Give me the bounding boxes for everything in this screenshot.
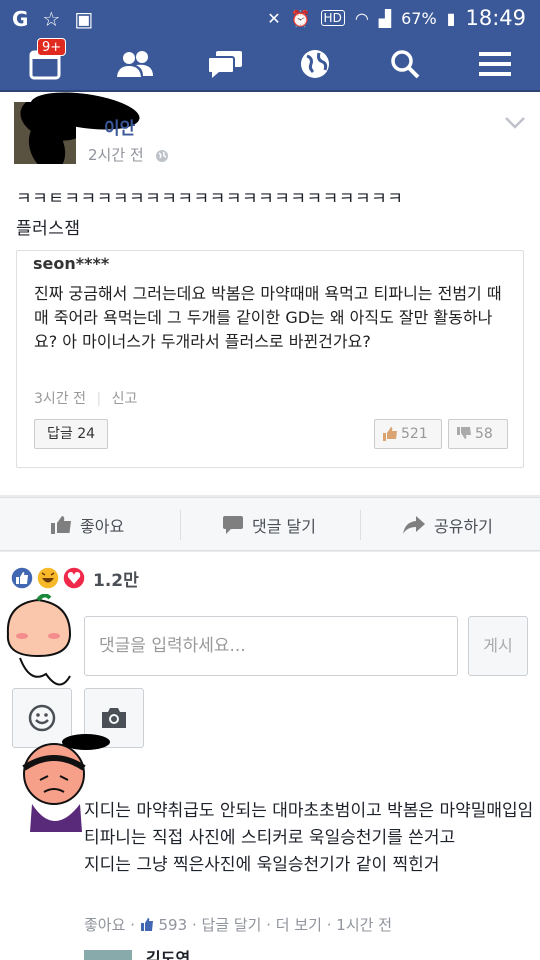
post-text-line2: 플러스잼 xyxy=(16,219,81,239)
status-bar: G ☆ ▣ ✕ ⏰ HD ◠ ▟ 67% ▮ 18:49 xyxy=(0,0,540,36)
card-meta: 3시간 전 | 신고 xyxy=(34,391,138,407)
clock: 18:49 xyxy=(465,6,526,30)
post-time-text: 2시간 전 xyxy=(88,146,144,164)
hd-badge: HD xyxy=(320,10,345,26)
share-label: 공유하기 xyxy=(434,517,493,536)
comment-text-line1: 지디는 마약취급도 안되는 대마초초범이고 박봄은 마약밀매입임 xyxy=(84,801,534,821)
comment-reply-link[interactable]: 답글 달기 xyxy=(201,916,261,934)
battery-percent: 67% xyxy=(401,8,437,28)
comment-item: 지디는 마약취급도 안되는 대마초초범이고 박봄은 마약밀매입임 티파니는 직접… xyxy=(0,734,540,960)
gallery-icon: ▣ xyxy=(74,7,94,31)
card-thumbs-up-icon xyxy=(383,427,397,441)
globe-privacy-icon xyxy=(155,149,168,162)
post-text-line1: ㅋㅋㅌㅋㅋㅋㅋㅋㅋㅋㅋㅋㅋㅋㅋㅋㅋㅋㅋㅋㅋㅋㅋㅋ xyxy=(16,189,404,209)
like-reaction-icon xyxy=(10,566,34,590)
card-thumbs-down-icon xyxy=(457,427,471,439)
card-reply-button: 답글 24 xyxy=(34,419,108,449)
status-left-icons: G ☆ ▣ xyxy=(12,7,93,31)
friends-tab[interactable] xyxy=(90,36,180,92)
card-like-count: 521 xyxy=(374,419,442,449)
notification-badge: 9+ xyxy=(37,38,67,56)
like-button[interactable]: 좋아요 xyxy=(50,498,124,552)
card-username: seon**** xyxy=(33,254,110,273)
divider xyxy=(180,510,181,540)
comment-more-link[interactable]: 더 보기 xyxy=(276,916,322,934)
card-likes: 521 xyxy=(401,426,428,442)
comment-icon xyxy=(223,516,243,534)
globe-icon xyxy=(301,50,329,78)
app-g-icon: G xyxy=(12,7,29,31)
signal-icon: ▟ xyxy=(378,8,392,28)
alarm-icon: ⏰ xyxy=(290,8,311,28)
wifi-icon: ◠ xyxy=(354,8,369,28)
menu-tab[interactable] xyxy=(450,36,540,92)
card-reply-count: 24 xyxy=(77,426,96,442)
star-icon: ☆ xyxy=(42,7,61,31)
comment-text-line2: 티파니는 직접 사진에 스티커로 욱일승천기를 쓴거고 xyxy=(84,828,456,848)
comment-label: 댓글 달기 xyxy=(252,517,316,536)
comment-input[interactable]: 댓글을 입력하세요... xyxy=(84,616,458,676)
search-icon xyxy=(391,50,420,79)
share-icon xyxy=(403,516,425,534)
friends-icon xyxy=(117,51,153,77)
share-button[interactable]: 공유하기 xyxy=(402,498,493,552)
comment-like-count: 593 xyxy=(158,916,188,934)
like-label: 좋아요 xyxy=(80,517,125,536)
card-report: 신고 xyxy=(111,391,138,407)
top-nav-bar: 9+ xyxy=(0,36,540,92)
camera-icon xyxy=(102,708,126,728)
comment-like-icon xyxy=(140,918,153,931)
divider-2 xyxy=(360,510,361,540)
card-dislike-count: 58 xyxy=(448,419,508,449)
chevron-down-icon[interactable] xyxy=(504,116,526,130)
reactions-row[interactable]: 1.2만 xyxy=(0,552,540,600)
reaction-count: 1.2만 xyxy=(93,571,139,591)
comment-footer: 좋아요 · 593 · 답글 달기 · 더 보기 · 1시간 전 xyxy=(84,916,392,934)
comment-button[interactable]: 댓글 달기 xyxy=(222,498,316,552)
card-time: 3시간 전 xyxy=(34,391,86,407)
globe-tab[interactable] xyxy=(270,36,360,92)
menu-icon xyxy=(479,52,511,76)
comment-time: 1시간 전 xyxy=(336,916,392,934)
notifications-tab[interactable]: 9+ xyxy=(0,36,90,92)
search-tab[interactable] xyxy=(360,36,450,92)
post-comment-button[interactable]: 게시 xyxy=(468,616,528,676)
love-reaction-icon xyxy=(62,566,86,590)
comment-like-link[interactable]: 좋아요 xyxy=(84,916,125,934)
post-actions-bar: 좋아요 댓글 달기 공유하기 xyxy=(0,497,540,551)
post: 이안 2시간 전 ㅋㅋㅌㅋㅋㅋㅋㅋㅋㅋㅋㅋㅋㅋㅋㅋㅋㅋㅋㅋㅋㅋㅋㅋ 플러스잼 s… xyxy=(0,86,540,495)
status-right: ✕ ⏰ HD ◠ ▟ 67% ▮ 18:49 xyxy=(267,6,526,30)
battery-icon: ▮ xyxy=(446,8,456,28)
author-name[interactable]: 이안 xyxy=(104,114,135,139)
user-avatar xyxy=(6,594,72,686)
card-body: 진짜 궁금해서 그러는데요 박봄은 마약때매 욕먹고 티파니는 전범기 때매 죽… xyxy=(34,284,502,351)
mute-icon: ✕ xyxy=(267,8,281,28)
messages-tab[interactable] xyxy=(180,36,270,92)
thumbs-up-icon xyxy=(51,516,71,534)
next-commenter-avatar[interactable] xyxy=(84,950,132,960)
card-dislikes: 58 xyxy=(475,426,493,442)
comment-text-line3: 지디는 그냥 찍은사진에 욱일승천기가 같이 찍힌거 xyxy=(84,855,440,875)
messages-icon xyxy=(207,51,242,78)
card-reply-label: 답글 xyxy=(46,426,73,442)
haha-reaction-icon xyxy=(36,566,60,590)
comment-text: 지디는 마약취급도 안되는 대마초초범이고 박봄은 마약밀매입임 티파니는 직접… xyxy=(84,798,536,879)
next-commenter-name[interactable]: 김도연 xyxy=(146,950,190,960)
post-time: 2시간 전 xyxy=(88,144,169,165)
